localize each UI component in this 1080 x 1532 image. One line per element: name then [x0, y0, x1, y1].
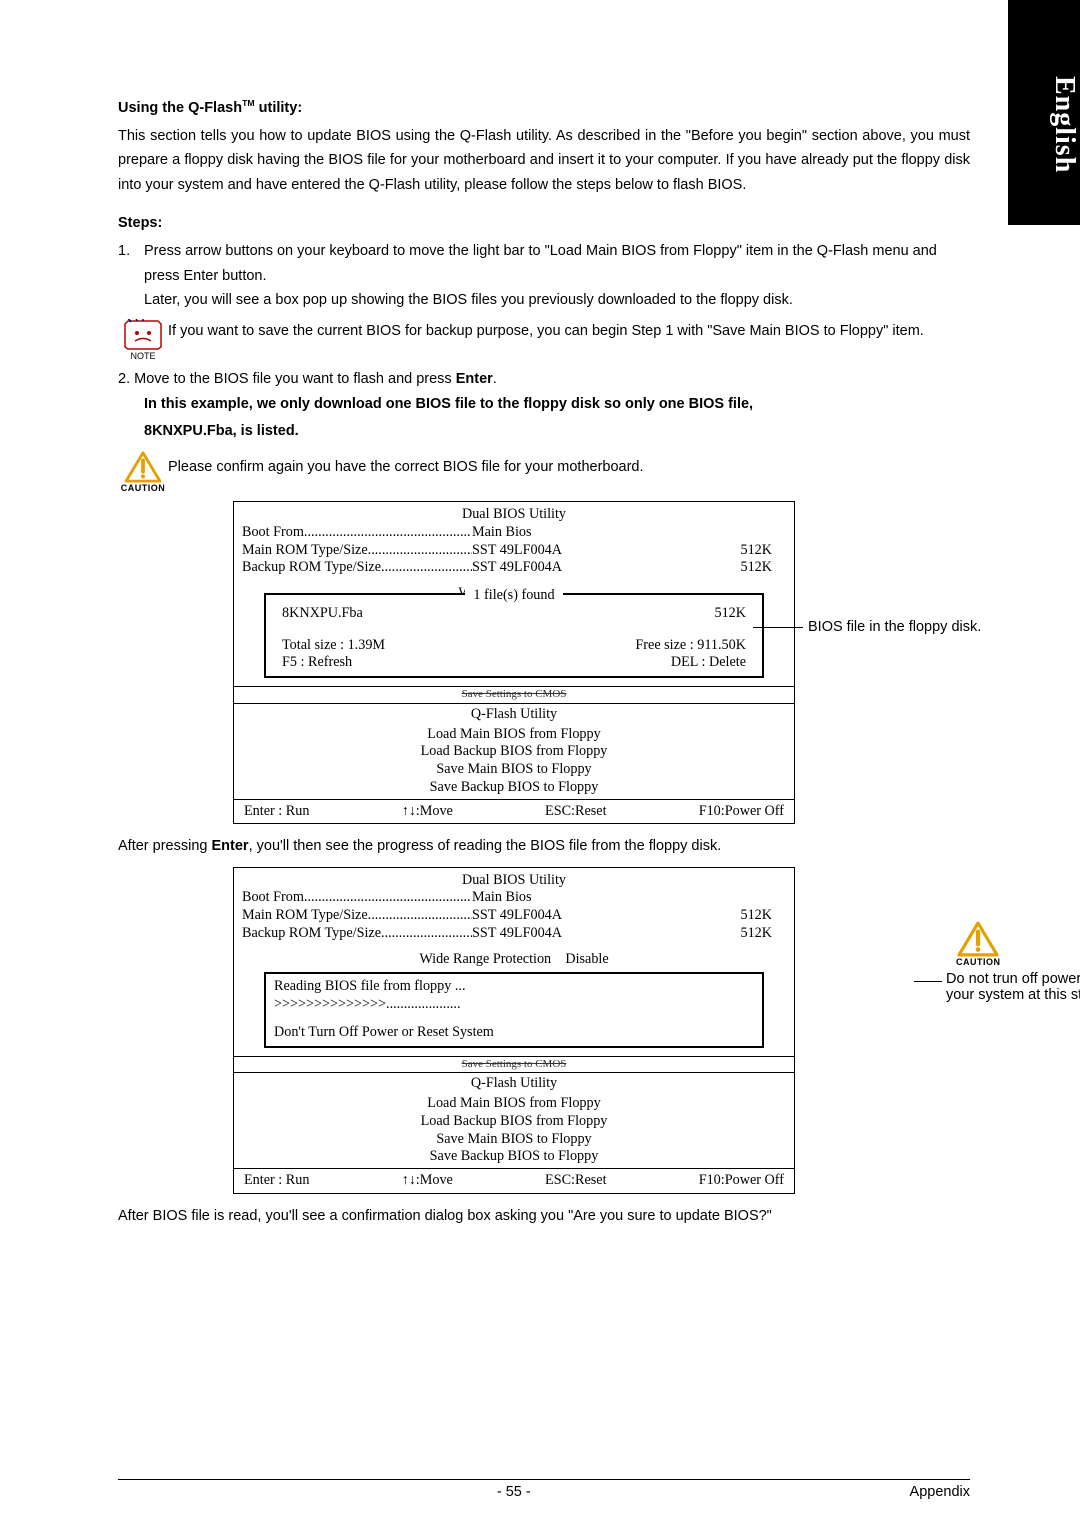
reading-progress: >>>>>>>>>>>>>>..................... — [274, 996, 754, 1014]
language-tab: English — [1008, 0, 1080, 225]
bios-screenshot-2: Dual BIOS Utility Boot From Main Bios Ma… — [118, 867, 970, 1194]
footer-f10: F10:Power Off — [699, 803, 784, 821]
wide-range-label-2: Wide Range Protection — [419, 951, 551, 967]
after-enter-pre: After pressing — [118, 838, 212, 854]
f5-refresh: F5 : Refresh — [282, 654, 352, 672]
step-2: 2. Move to the BIOS file you want to fla… — [118, 367, 970, 392]
bios-screenshot-1: Dual BIOS Utility Boot From Main Bios Ma… — [118, 501, 970, 824]
step-1-text-a: Press arrow buttons on your keyboard to … — [144, 239, 970, 288]
main-rom-value-2: SST 49LF004A — [472, 907, 652, 925]
annotation-bios-file-text: BIOS file in the floppy disk. — [808, 619, 981, 635]
trademark: TM — [242, 98, 255, 108]
after-read-paragraph: After BIOS file is read, you'll see a co… — [118, 1204, 970, 1228]
note-label: NOTE — [130, 351, 155, 361]
bios-title: Dual BIOS Utility — [242, 506, 786, 524]
note-icon: NOTE — [118, 319, 168, 361]
footer-esc: ESC:Reset — [545, 803, 606, 821]
backup-rom-label: Backup ROM Type/Size — [242, 559, 381, 575]
heading-text-pre: Using the Q-Flash — [118, 100, 242, 116]
backup-rom-size: 512K — [652, 559, 772, 577]
heading-using-qflash: Using the Q-FlashTM utility: — [118, 98, 970, 116]
boot-from-label: Boot From — [242, 524, 304, 540]
caution-right-block: CAUTION Do not trun off power or reset y… — [946, 921, 1080, 1003]
free-size: Free size : 911.50K — [635, 637, 746, 655]
main-rom-size-2: 512K — [652, 907, 772, 925]
heading-steps: Steps: — [118, 215, 970, 231]
caution-right-text: Do not trun off power or reset your syst… — [946, 971, 1080, 1003]
menu-load-main: Load Main BIOS from Floppy — [234, 726, 794, 744]
boot-from-value: Main Bios — [472, 524, 652, 542]
annotation-bios-file: BIOS file in the floppy disk. — [808, 617, 998, 639]
save-settings-strike-2: Save Settings to CMOS — [462, 1058, 567, 1070]
page-number: - 55 - — [497, 1484, 531, 1500]
popup-title: 1 file(s) found — [465, 587, 562, 605]
menu-save-main: Save Main BIOS to Floppy — [234, 761, 794, 779]
example-line-1: In this example, we only download one BI… — [144, 391, 970, 418]
caution-text: Please confirm again you have the correc… — [168, 451, 970, 480]
main-rom-label: Main ROM Type/Size — [242, 542, 368, 558]
footer-enter: Enter : Run — [244, 803, 309, 821]
menu-save-main-2: Save Main BIOS to Floppy — [234, 1131, 794, 1149]
caution-label: CAUTION — [121, 483, 166, 493]
note-block: NOTE If you want to save the current BIO… — [118, 319, 970, 361]
footer-f10-2: F10:Power Off — [699, 1172, 784, 1190]
intro-paragraph: This section tells you how to update BIO… — [118, 124, 970, 197]
backup-rom-label-2: Backup ROM Type/Size — [242, 925, 381, 941]
step-2-pre: 2. Move to the BIOS file you want to fla… — [118, 371, 456, 387]
example-note: In this example, we only download one BI… — [144, 391, 970, 445]
qflash-utility-label: Q-Flash Utility — [234, 704, 794, 726]
menu-save-backup: Save Backup BIOS to Floppy — [234, 779, 794, 797]
caution-label-right: CAUTION — [956, 957, 1001, 967]
qflash-utility-label-2: Q-Flash Utility — [234, 1073, 794, 1095]
main-rom-value: SST 49LF004A — [472, 542, 652, 560]
del-delete: DEL : Delete — [671, 654, 746, 672]
file-name: 8KNXPU.Fba — [282, 605, 363, 623]
menu-load-main-2: Load Main BIOS from Floppy — [234, 1095, 794, 1113]
footer-esc-2: ESC:Reset — [545, 1172, 606, 1190]
after-enter-paragraph: After pressing Enter, you'll then see th… — [118, 834, 970, 858]
main-rom-label-2: Main ROM Type/Size — [242, 907, 368, 923]
file-size: 512K — [714, 605, 746, 623]
heading-text-post: utility: — [255, 100, 303, 116]
reading-line-1: Reading BIOS file from floppy ... — [274, 978, 754, 996]
backup-rom-value: SST 49LF004A — [472, 559, 652, 577]
note-text: If you want to save the current BIOS for… — [168, 319, 970, 344]
after-enter-post: , you'll then see the progress of readin… — [249, 838, 722, 854]
main-rom-size: 512K — [652, 542, 772, 560]
page-footer: - 55 - Appendix — [118, 1479, 970, 1500]
boot-from-value-2: Main Bios — [472, 889, 652, 907]
step-1-number: 1. — [118, 239, 144, 313]
menu-load-backup-2: Load Backup BIOS from Floppy — [234, 1113, 794, 1131]
total-size: Total size : 1.39M — [282, 637, 385, 655]
wide-range-value-2: Disable — [565, 951, 608, 967]
step-2-enter: Enter — [456, 371, 493, 387]
appendix-label: Appendix — [910, 1484, 970, 1500]
example-line-2: 8KNXPU.Fba, is listed. — [144, 418, 970, 445]
save-settings-strike: Save Settings to CMOS — [462, 688, 567, 700]
step-1-text-b: Later, you will see a box pop up showing… — [144, 288, 970, 313]
reading-warning: Don't Turn Off Power or Reset System — [274, 1024, 754, 1042]
boot-from-label-2: Boot From — [242, 889, 304, 905]
footer-enter-2: Enter : Run — [244, 1172, 309, 1190]
caution-icon-right — [956, 921, 1000, 957]
footer-move: ↑↓:Move — [402, 803, 453, 821]
footer-move-2: ↑↓:Move — [402, 1172, 453, 1190]
backup-rom-size-2: 512K — [652, 925, 772, 943]
caution-icon: CAUTION — [118, 451, 168, 493]
bios-title-2: Dual BIOS Utility — [242, 872, 786, 890]
backup-rom-value-2: SST 49LF004A — [472, 925, 652, 943]
step-2-post: . — [493, 371, 497, 387]
caution-block-1: CAUTION Please confirm again you have th… — [118, 451, 970, 493]
after-enter-bold: Enter — [212, 838, 249, 854]
menu-save-backup-2: Save Backup BIOS to Floppy — [234, 1148, 794, 1166]
menu-load-backup: Load Backup BIOS from Floppy — [234, 743, 794, 761]
step-1: 1. Press arrow buttons on your keyboard … — [118, 239, 970, 313]
